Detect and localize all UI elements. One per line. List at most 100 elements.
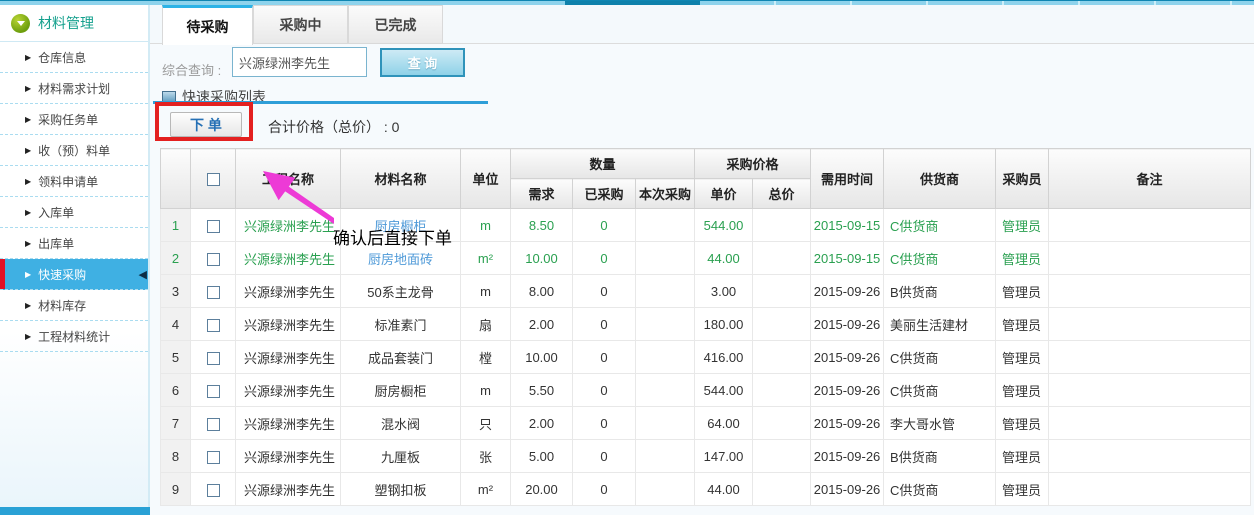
section-title: 快速采购列表: [182, 87, 266, 107]
table-row: 8兴源绿洲李先生九厘板张5.000147.002015-09-26B供货商管理员: [161, 440, 1251, 473]
buyer-cell: 管理员: [996, 209, 1049, 242]
row-number-header: [161, 149, 191, 209]
unit-cell: 扇: [461, 308, 511, 341]
caret-right-icon: ▶: [25, 177, 31, 186]
sidebar-item-5[interactable]: ▶入库单: [0, 197, 148, 228]
buyer-cell: 管理员: [996, 242, 1049, 275]
project-name-cell: 兴源绿洲李先生: [236, 407, 341, 440]
row-number-cell: 3: [161, 275, 191, 308]
row-number-cell: 9: [161, 473, 191, 506]
purchased-cell: 0: [573, 275, 636, 308]
supplier-cell: C供货商: [884, 341, 996, 374]
search-input[interactable]: [232, 47, 367, 77]
this-purchase-cell: [636, 308, 695, 341]
this-purchase-cell: [636, 275, 695, 308]
row-number-cell: 1: [161, 209, 191, 242]
tab-0[interactable]: 待采购: [162, 5, 253, 45]
sidebar-item-label: 采购任务单: [38, 111, 98, 128]
unit-price-cell: 544.00: [695, 374, 753, 407]
tab-bar: 待采购采购中已完成: [150, 5, 1254, 44]
project-name-cell: 兴源绿洲李先生: [236, 473, 341, 506]
sidebar-item-3[interactable]: ▶收（预）料单: [0, 135, 148, 166]
checkbox-cell: [191, 374, 236, 407]
supplier-header: 供货商: [884, 149, 996, 209]
tab-2[interactable]: 已完成: [348, 5, 443, 44]
sidebar-item-label: 工程材料统计: [38, 328, 110, 345]
demand-cell: 20.00: [511, 473, 573, 506]
material-name-link[interactable]: 厨房橱柜: [341, 209, 461, 242]
row-checkbox[interactable]: [207, 352, 220, 365]
unit-cell: m: [461, 275, 511, 308]
select-all-header: [191, 149, 236, 209]
price-group-header: 采购价格: [695, 149, 811, 179]
sidebar-header[interactable]: 材料管理: [0, 5, 148, 42]
table-row: 9兴源绿洲李先生塑钢扣板m²20.00044.002015-09-26C供货商管…: [161, 473, 1251, 506]
total-price-header: 总价: [753, 179, 811, 209]
row-number-cell: 6: [161, 374, 191, 407]
main-content: 待采购采购中已完成 综合查询 : 查 询 快速采购列表 下 单 合计价格（总价）…: [150, 5, 1254, 515]
project-name-cell: 兴源绿洲李先生: [236, 440, 341, 473]
need-date-header: 需用时间: [811, 149, 884, 209]
checkbox-cell: [191, 275, 236, 308]
sidebar-item-label: 收（预）料单: [38, 142, 110, 159]
section-title-row: 快速采购列表: [162, 87, 266, 107]
buyer-cell: 管理员: [996, 407, 1049, 440]
select-all-checkbox[interactable]: [207, 173, 220, 186]
row-checkbox[interactable]: [207, 385, 220, 398]
row-checkbox[interactable]: [207, 319, 220, 332]
checkbox-cell: [191, 242, 236, 275]
row-checkbox[interactable]: [207, 220, 220, 233]
remark-cell: [1049, 308, 1251, 341]
row-checkbox[interactable]: [207, 484, 220, 497]
row-checkbox[interactable]: [207, 253, 220, 266]
row-checkbox[interactable]: [207, 418, 220, 431]
demand-cell: 8.00: [511, 275, 573, 308]
supplier-cell: 美丽生活建材: [884, 308, 996, 341]
material-name-link[interactable]: 成品套装门: [341, 341, 461, 374]
material-name-link[interactable]: 九厘板: [341, 440, 461, 473]
project-name-cell: 兴源绿洲李先生: [236, 209, 341, 242]
unit-cell: m: [461, 209, 511, 242]
sidebar-item-9[interactable]: ▶工程材料统计: [0, 321, 148, 352]
this-purchase-cell: [636, 407, 695, 440]
need-date-cell: 2015-09-26: [811, 440, 884, 473]
sidebar-item-0[interactable]: ▶仓库信息: [0, 42, 148, 73]
row-checkbox[interactable]: [207, 286, 220, 299]
need-date-cell: 2015-09-15: [811, 209, 884, 242]
sidebar-item-2[interactable]: ▶ 采购任务单: [0, 104, 148, 135]
material-name-link[interactable]: 混水阀: [341, 407, 461, 440]
total-price-cell: [753, 374, 811, 407]
sidebar-item-label: 材料库存: [38, 297, 86, 314]
unit-price-cell: 544.00: [695, 209, 753, 242]
module-collapse-icon[interactable]: [11, 14, 30, 33]
this-purchase-cell: [636, 242, 695, 275]
unit-cell: m: [461, 374, 511, 407]
sidebar-item-1[interactable]: ▶材料需求计划: [0, 73, 148, 104]
sidebar-item-7[interactable]: ▶快速采购◀: [0, 259, 148, 290]
row-number-cell: 7: [161, 407, 191, 440]
sidebar-item-4[interactable]: ▶领料申请单: [0, 166, 148, 197]
need-date-cell: 2015-09-26: [811, 473, 884, 506]
row-checkbox[interactable]: [207, 451, 220, 464]
purchased-cell: 0: [573, 242, 636, 275]
remark-cell: [1049, 374, 1251, 407]
this-purchase-header: 本次采购: [636, 179, 695, 209]
sidebar-item-8[interactable]: ▶材料库存: [0, 290, 148, 321]
place-order-button[interactable]: 下 单: [170, 112, 242, 137]
tab-1[interactable]: 采购中: [253, 5, 348, 44]
total-price-cell: [753, 341, 811, 374]
buyer-cell: 管理员: [996, 440, 1049, 473]
total-price-cell: [753, 440, 811, 473]
material-name-link[interactable]: 50系主龙骨: [341, 275, 461, 308]
material-name-link[interactable]: 标准素门: [341, 308, 461, 341]
query-button[interactable]: 查 询: [380, 48, 465, 77]
material-name-link[interactable]: 厨房地面砖: [341, 242, 461, 275]
sidebar-item-6[interactable]: ▶出库单: [0, 228, 148, 259]
supplier-cell: 李大哥水管: [884, 407, 996, 440]
row-number-cell: 4: [161, 308, 191, 341]
caret-right-icon: ▶: [25, 115, 31, 124]
buyer-cell: 管理员: [996, 275, 1049, 308]
material-name-link[interactable]: 厨房橱柜: [341, 374, 461, 407]
checkbox-cell: [191, 407, 236, 440]
material-name-link[interactable]: 塑钢扣板: [341, 473, 461, 506]
